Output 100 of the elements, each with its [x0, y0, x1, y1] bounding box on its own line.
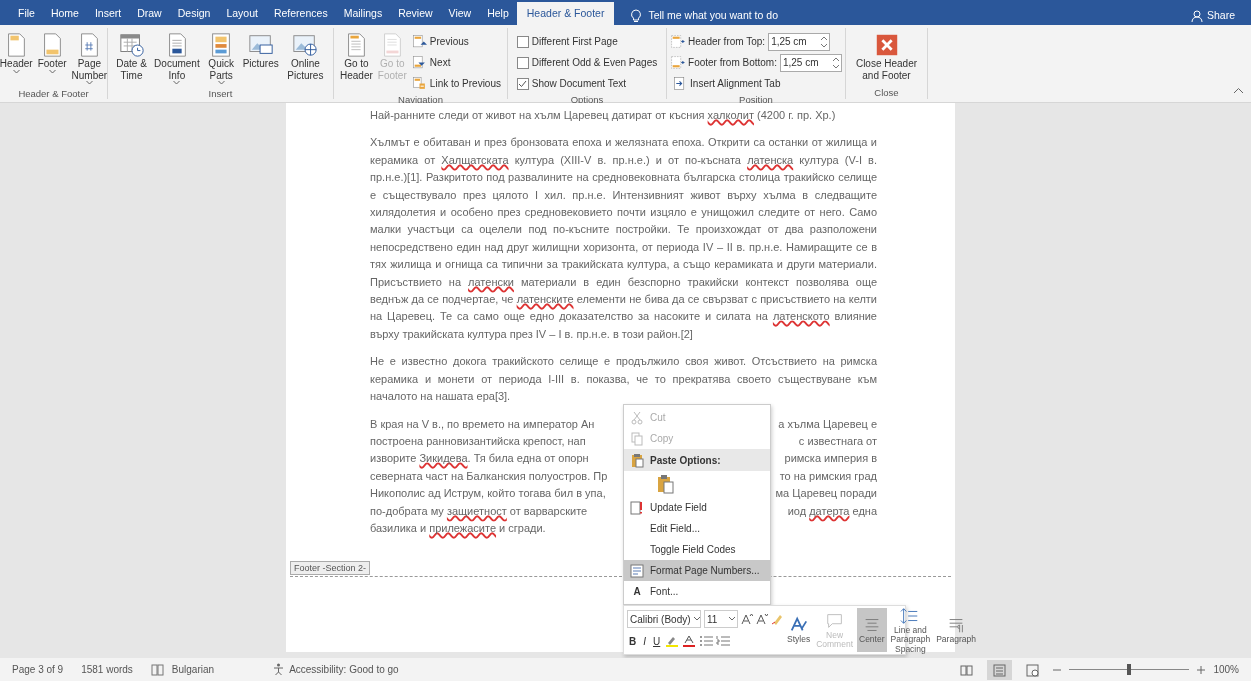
paragraph-text: иод датерта една — [787, 503, 877, 519]
ribbon-tab[interactable]: Draw — [129, 2, 170, 25]
accessibility-status[interactable]: Accessibility: Good to go — [289, 662, 399, 677]
option-checkbox[interactable]: Different Odd & Even Pages — [514, 53, 660, 72]
ribbon-tab[interactable]: File — [10, 2, 43, 25]
ribbon-button[interactable]: Link to Previous — [409, 74, 503, 93]
ribbon-button[interactable]: Quick Parts — [202, 30, 240, 87]
paragraph-text: ма Царевец поради — [775, 486, 877, 502]
ribbon-tab[interactable]: Mailings — [335, 2, 391, 25]
ribbon-tab[interactable]: Insert — [86, 2, 130, 25]
font-dropdown[interactable]: Calibri (Body) — [627, 610, 701, 628]
option-checkbox[interactable]: Show Document Text — [514, 74, 660, 93]
checkbox[interactable] — [516, 35, 529, 48]
language-label[interactable]: Bulgarian — [171, 662, 215, 677]
ribbon-button[interactable]: Page Number — [69, 30, 110, 87]
calendar-clock-icon — [118, 32, 145, 58]
numbered-list-icon — [716, 635, 731, 647]
ribbon-button[interactable]: Insert Alignment Tab — [670, 74, 842, 93]
ribbon-tab[interactable]: Design — [169, 2, 219, 25]
paragraph-text: Никополис ад Иструм, който тогава бил в упа, — [370, 486, 606, 502]
zoom-in-icon — [1197, 665, 1206, 674]
header-position-icon — [670, 34, 686, 49]
spin-field[interactable]: 1,25 cm — [779, 53, 842, 72]
toolbar-button[interactable]: Center — [857, 608, 887, 652]
format-button[interactable]: U — [651, 633, 663, 649]
field-label: Footer from Bottom: — [688, 56, 777, 70]
ribbon-button[interactable]: Header — [0, 30, 35, 87]
ribbon-tab[interactable]: Home — [42, 2, 87, 25]
paragraph-text: с известнага от — [798, 433, 877, 449]
paragraph-text: построена ранновизантийска крепост, нап — [370, 433, 586, 449]
paragraph-text: а хълма Царевец е — [778, 416, 877, 432]
ribbon-button[interactable]: Footer — [35, 30, 69, 87]
field-update-icon — [630, 500, 644, 515]
highlighter-icon — [665, 635, 680, 647]
ribbon-tab[interactable]: Layout — [218, 2, 266, 25]
link-icon — [411, 76, 427, 91]
ribbon-button[interactable]: Online Pictures — [281, 30, 329, 87]
ribbon-tab[interactable]: Review — [390, 2, 441, 25]
lightbulb-icon — [630, 9, 643, 24]
toolbar-button[interactable]: Paragraph — [934, 608, 978, 652]
toolbar-button[interactable]: Line and Paragraph Spacing — [888, 608, 933, 652]
paragraph-text: то на римския град — [779, 468, 877, 484]
group-label: Navigation — [397, 93, 444, 106]
ribbon-button[interactable]: Pictures — [240, 30, 281, 87]
accessibility-icon — [272, 663, 286, 676]
spinner-arrows-icon — [832, 56, 839, 69]
menu-section-header: Paste Options: — [624, 449, 770, 471]
format-button[interactable]: I — [641, 633, 648, 649]
spin-field[interactable]: 1,25 cm — [768, 32, 831, 51]
collapse-caret-icon[interactable] — [1234, 88, 1243, 94]
ribbon-button[interactable]: Previous — [409, 32, 503, 51]
ribbon-button[interactable]: Go to Header — [338, 30, 375, 93]
footer-position-icon — [670, 55, 686, 70]
option-checkbox[interactable]: Different First Page — [514, 32, 660, 51]
checkbox[interactable] — [516, 56, 529, 69]
clipboard-icon[interactable] — [656, 474, 674, 494]
tell-me-search[interactable]: Tell me what you want to do — [624, 7, 784, 25]
ribbon-tab[interactable]: References — [265, 2, 336, 25]
copy-icon — [630, 431, 644, 446]
word-count[interactable]: 1581 words — [81, 662, 133, 677]
ribbon-tab[interactable]: Header & Footer — [516, 2, 615, 25]
share-button[interactable]: Share — [1184, 7, 1241, 25]
zoom-slider-thumb[interactable] — [1127, 664, 1132, 675]
spinner-arrows-icon — [821, 35, 828, 48]
menu-item[interactable]: Edit Field... — [624, 518, 770, 539]
view-button[interactable] — [987, 659, 1013, 680]
person-icon — [1190, 10, 1203, 23]
ribbon-button[interactable]: Date & Time — [112, 30, 152, 87]
read-mode-icon — [960, 663, 974, 677]
menu-item[interactable]: Update Field — [624, 497, 770, 518]
print-layout-icon — [993, 663, 1007, 677]
paragraph-text: Не е известно докога тракийското селище е продължило своя живот. Отсъствието на римска керамика и монети от периода I-III в. показва, че то прекратява своето съществуване към началото на нашата ера[3]. — [370, 354, 877, 405]
checkbox[interactable] — [516, 77, 529, 90]
caret-icon — [693, 617, 700, 621]
format-button[interactable]: B — [627, 633, 639, 649]
paragraph-text: В края на V в., по времето на император Ан — [370, 416, 595, 432]
clear-format-icon — [771, 613, 783, 625]
ribbon-button[interactable]: Document Info — [152, 30, 202, 87]
zoom-level[interactable]: 100% — [1213, 662, 1239, 677]
ribbon-button[interactable]: Close Header and Footer — [851, 30, 922, 86]
page-count[interactable]: Page 3 of 9 — [12, 662, 64, 677]
group-label: Insert — [207, 87, 234, 100]
menu-item[interactable]: A Font... — [624, 581, 770, 602]
toolbar-button[interactable]: Styles — [785, 608, 813, 652]
field-label: Header from Top: — [688, 35, 766, 49]
globe-picture-icon — [292, 32, 319, 58]
ribbon-tab[interactable]: Help — [479, 2, 517, 25]
paragraph-text: северната част на Балканския полуостров. Пр — [370, 468, 608, 484]
bullet-list-icon — [699, 635, 714, 647]
tell-me-text: Tell me what you want to do — [648, 8, 778, 24]
menu-item[interactable]: Toggle Field Codes — [624, 539, 770, 560]
menu-item[interactable]: Format Page Numbers... — [624, 560, 770, 581]
proofing-icon — [150, 663, 164, 676]
ribbon-button[interactable]: Next — [409, 53, 503, 72]
group-label: Header & Footer — [17, 87, 90, 100]
ribbon-tab[interactable]: View — [440, 2, 480, 25]
clipboard-icon — [630, 452, 644, 468]
size-dropdown[interactable]: 11 — [704, 610, 738, 628]
group-label: Options — [569, 93, 605, 106]
paragraph-text: по-добрата му защиетност от варварските — [370, 503, 588, 519]
